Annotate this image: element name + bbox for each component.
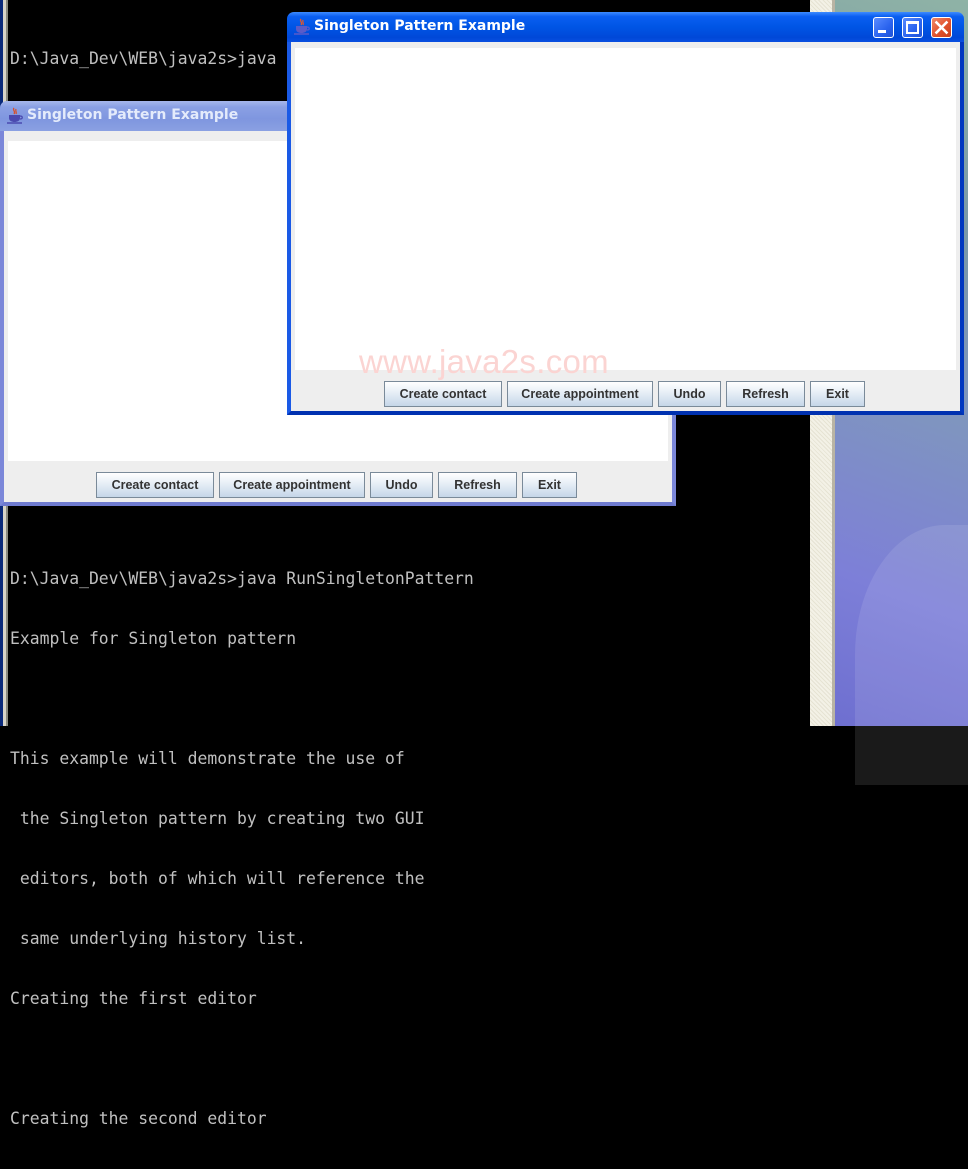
window-border xyxy=(287,42,964,415)
console-line: the Singleton pattern by creating two GU… xyxy=(10,809,425,828)
console-line: D:\Java_Dev\WEB\java2s>java xyxy=(10,49,277,68)
maximize-button[interactable] xyxy=(902,17,923,38)
window-title: Singleton Pattern Example xyxy=(314,18,526,34)
console-line: D:\Java_Dev\WEB\java2s>java RunSingleton… xyxy=(10,569,474,588)
singleton-window-active[interactable]: Singleton Pattern Example www.java2s.com… xyxy=(287,12,964,415)
console-line: same underlying history list. xyxy=(10,929,307,948)
java-coffee-cup-icon xyxy=(294,18,310,35)
window-title: Singleton Pattern Example xyxy=(27,107,239,123)
maximize-icon xyxy=(906,21,919,34)
title-bar[interactable]: Singleton Pattern Example xyxy=(287,12,964,42)
console-output-bottom: D:\Java_Dev\WEB\java2s>java RunSingleton… xyxy=(10,529,474,1169)
console-line: Creating the second editor xyxy=(10,1109,267,1128)
java-coffee-cup-icon xyxy=(7,107,23,124)
console-line: Example for Singleton pattern xyxy=(10,629,297,648)
console-line: This example will demonstrate the use of xyxy=(10,749,405,768)
wallpaper-swoosh xyxy=(855,525,968,785)
minimize-icon xyxy=(878,30,886,33)
console-line: Creating the first editor xyxy=(10,989,257,1008)
close-button[interactable] xyxy=(931,17,952,38)
minimize-button[interactable] xyxy=(873,17,894,38)
console-line: editors, both of which will reference th… xyxy=(10,869,425,888)
close-icon xyxy=(934,20,949,35)
